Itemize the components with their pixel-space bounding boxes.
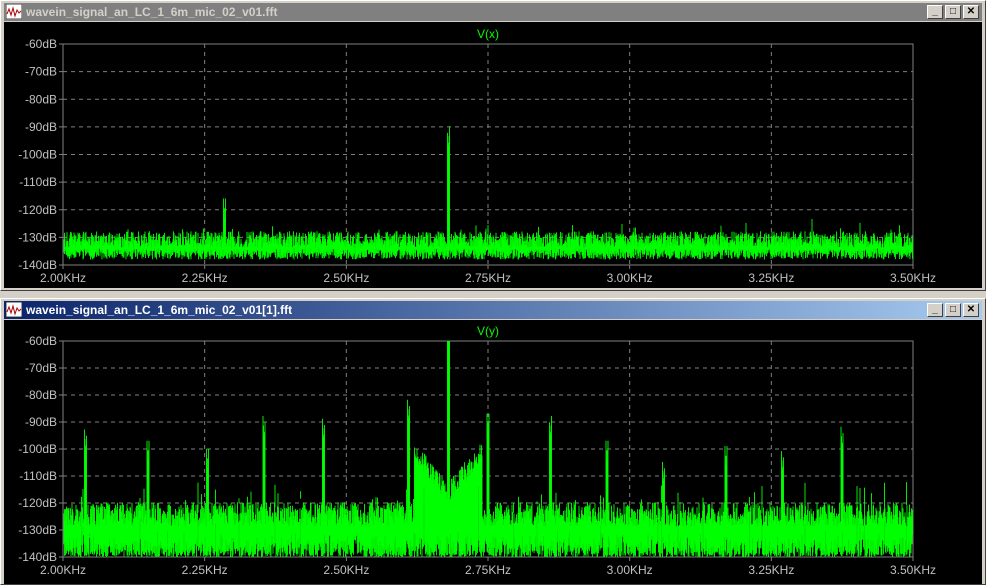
y-tick-label: -70dB (25, 65, 57, 79)
plot-window-vy[interactable]: wavein_signal_an_LC_1_6m_mic_02_v01[1].f… (0, 298, 986, 585)
x-tick-label: 2.50KHz (323, 271, 369, 285)
y-tick-label: -110dB (19, 469, 57, 483)
y-tick-label: -90dB (25, 415, 57, 429)
trace-label: V(x) (477, 27, 499, 41)
title-bar[interactable]: wavein_signal_an_LC_1_6m_mic_02_v01[1].f… (4, 301, 982, 319)
y-tick-label: -110dB (19, 175, 57, 189)
x-tick-label: 3.25KHz (748, 563, 794, 577)
y-tick-label: -130dB (18, 523, 57, 537)
y-tick-label: -60dB (25, 37, 57, 51)
x-tick-label: 2.00KHz (40, 271, 86, 285)
y-tick-label: -140dB (18, 550, 57, 564)
fft-plot-vy[interactable]: V(y) -60dB -70dB -80dB -90dB -100dB -110dB -120… (4, 320, 984, 584)
x-tick-label: 3.50KHz (890, 563, 936, 577)
y-tick-label: -100dB (18, 442, 57, 456)
plot-window-vx[interactable]: wavein_signal_an_LC_1_6m_mic_02_v01.fft … (0, 0, 986, 291)
window-title: wavein_signal_an_LC_1_6m_mic_02_v01[1].f… (26, 303, 293, 317)
x-tick-label: 2.75KHz (465, 271, 511, 285)
y-tick-label: -80dB (25, 92, 57, 106)
x-tick-label: 3.00KHz (607, 563, 653, 577)
x-tick-label: 2.75KHz (465, 563, 511, 577)
spectrum-trace (63, 126, 913, 260)
x-tick-label: 3.00KHz (607, 271, 653, 285)
y-tick-label: -100dB (18, 148, 57, 162)
x-tick-label: 2.25KHz (182, 271, 228, 285)
maximize-button[interactable]: □ (945, 5, 961, 19)
y-tick-label: -120dB (18, 496, 57, 510)
waveform-app-icon (6, 4, 22, 19)
x-tick-label: 3.50KHz (890, 271, 936, 285)
window-title: wavein_signal_an_LC_1_6m_mic_02_v01.fft (26, 5, 278, 19)
y-tick-label: -60dB (25, 334, 57, 348)
title-bar[interactable]: wavein_signal_an_LC_1_6m_mic_02_v01.fft … (4, 3, 982, 21)
fft-plot-vx[interactable]: V(x) -60dB -70dB -80dB -90dB -100dB -110dB -120… (4, 22, 984, 288)
minimize-button[interactable]: _ (927, 5, 943, 19)
y-tick-label: -120dB (18, 203, 57, 217)
plot-area[interactable]: V(x) -60dB -70dB -80dB -90dB -100dB -110dB -120… (4, 22, 982, 288)
y-tick-label: -70dB (25, 361, 57, 375)
minimize-button[interactable]: _ (927, 303, 943, 317)
x-tick-label: 2.25KHz (182, 563, 228, 577)
maximize-button[interactable]: □ (945, 303, 961, 317)
x-tick-label: 2.00KHz (40, 563, 86, 577)
close-button[interactable]: ✕ (963, 303, 979, 317)
y-tick-label: -80dB (25, 388, 57, 402)
y-tick-label: -90dB (25, 120, 57, 134)
close-button[interactable]: ✕ (963, 5, 979, 19)
waveform-app-icon (6, 302, 22, 317)
plot-area[interactable]: V(y) -60dB -70dB -80dB -90dB -100dB -110dB -120… (4, 320, 982, 584)
y-tick-label: -140dB (18, 258, 57, 272)
trace-label: V(y) (477, 324, 499, 338)
y-tick-label: -130dB (18, 230, 57, 244)
x-tick-label: 3.25KHz (748, 271, 794, 285)
x-tick-label: 2.50KHz (323, 563, 369, 577)
